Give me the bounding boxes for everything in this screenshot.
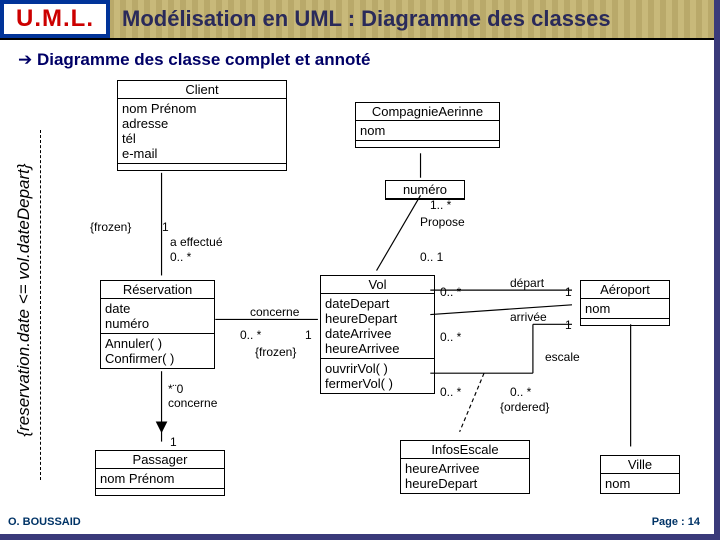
attr: e-mail [122,146,282,161]
class-name: Ville [601,456,679,474]
class-reservation: Réservation date numéro Annuler( ) Confi… [100,280,215,369]
attr: dateArrivee [325,326,430,341]
class-attrs: nom Prénom adresse tél e-mail [118,99,286,164]
class-ops: Annuler( ) Confirmer( ) [101,334,214,368]
class-ville: Ville nom [600,455,680,494]
op: fermerVol( ) [325,376,430,391]
class-attrs: dateDepart heureDepart dateArrivee heure… [321,294,434,359]
class-name: CompagnieAerinne [356,103,499,121]
class-ops [96,489,224,495]
lbl-mult: 0.. * [510,385,531,399]
lbl-ordered: {ordered} [500,400,549,414]
lbl-mult: *¨0 [168,382,183,396]
lbl-one: 1 [305,328,312,342]
lbl-escale: escale [545,350,580,364]
lbl-mult: 0.. * [440,330,461,344]
page-title: Modélisation en UML : Diagramme des clas… [110,0,714,38]
lbl-aeffectue: a effectué [170,235,223,249]
op: Confirmer( ) [105,351,210,366]
class-name: Client [118,81,286,99]
class-attrs: nom [356,121,499,141]
attr: numéro [105,316,210,331]
lbl-frozen: {frozen} [90,220,131,234]
class-name: Vol [321,276,434,294]
lbl-mult: 0.. * [440,285,461,299]
class-ops [118,164,286,170]
lbl-mult: 1.. * [430,198,451,212]
class-infosescale: InfosEscale heureArrivee heureDepart [400,440,530,494]
class-compagnie: CompagnieAerinne nom [355,102,500,148]
section-heading: Diagramme des classe complet et annoté [0,40,714,74]
class-attrs: date numéro [101,299,214,334]
op: ouvrirVol( ) [325,361,430,376]
constraint-guide-line [40,130,41,480]
class-aeroport: Aéroport nom [580,280,670,326]
lbl-one: 1 [162,220,169,234]
attr: nom [360,123,495,138]
lbl-depart: départ [510,276,544,290]
lbl-mult: 0.. * [440,385,461,399]
class-name: Passager [96,451,224,469]
class-attrs: nom [581,299,669,319]
attr: heureArrivee [405,461,525,476]
lbl-one: 1 [565,285,572,299]
header: U.M.L. Modélisation en UML : Diagramme d… [0,0,714,40]
lbl-propose: Propose [420,215,465,229]
class-ops [581,319,669,325]
attr: tél [122,131,282,146]
lbl-concerne: concerne [250,305,299,319]
lbl-arrivee: arrivée [510,310,547,324]
attr: nom [585,301,665,316]
lbl-mult: 0.. * [170,250,191,264]
logo-box: U.M.L. [0,0,110,38]
lbl-one: 1 [170,435,177,449]
lbl-mult: 0.. 1 [420,250,443,264]
class-vol: Vol dateDepart heureDepart dateArrivee h… [320,275,435,394]
class-attrs: nom Prénom [96,469,224,489]
diagram-canvas: {reservation.date <= vol.dateDepart} Cli… [0,80,714,510]
attr: heureArrivee [325,341,430,356]
attr: heureDepart [325,311,430,326]
footer-author: O. BOUSSAID [8,516,81,528]
class-numero: numéro [385,180,465,200]
attr: heureDepart [405,476,525,491]
class-attrs: heureArrivee heureDepart [401,459,529,493]
side-constraint: {reservation.date <= vol.dateDepart} [14,140,34,460]
attr: nom Prénom [122,101,282,116]
class-attrs: nom [601,474,679,493]
class-name: numéro [386,181,464,199]
footer: O. BOUSSAID Page : 14 [0,510,708,534]
class-ops: ouvrirVol( ) fermerVol( ) [321,359,434,393]
class-name: InfosEscale [401,441,529,459]
lbl-mult: 0.. * [240,328,261,342]
lbl-frozen: {frozen} [255,345,296,359]
footer-page: Page : 14 [652,516,700,528]
class-name: Aéroport [581,281,669,299]
class-name: Réservation [101,281,214,299]
lbl-concerne: concerne [168,396,217,410]
attr: nom Prénom [100,471,220,486]
attr: dateDepart [325,296,430,311]
class-client: Client nom Prénom adresse tél e-mail [117,80,287,171]
attr: adresse [122,116,282,131]
op: Annuler( ) [105,336,210,351]
attr: nom [605,476,675,491]
lbl-one: 1 [565,318,572,332]
attr: date [105,301,210,316]
class-passager: Passager nom Prénom [95,450,225,496]
class-ops [356,141,499,147]
